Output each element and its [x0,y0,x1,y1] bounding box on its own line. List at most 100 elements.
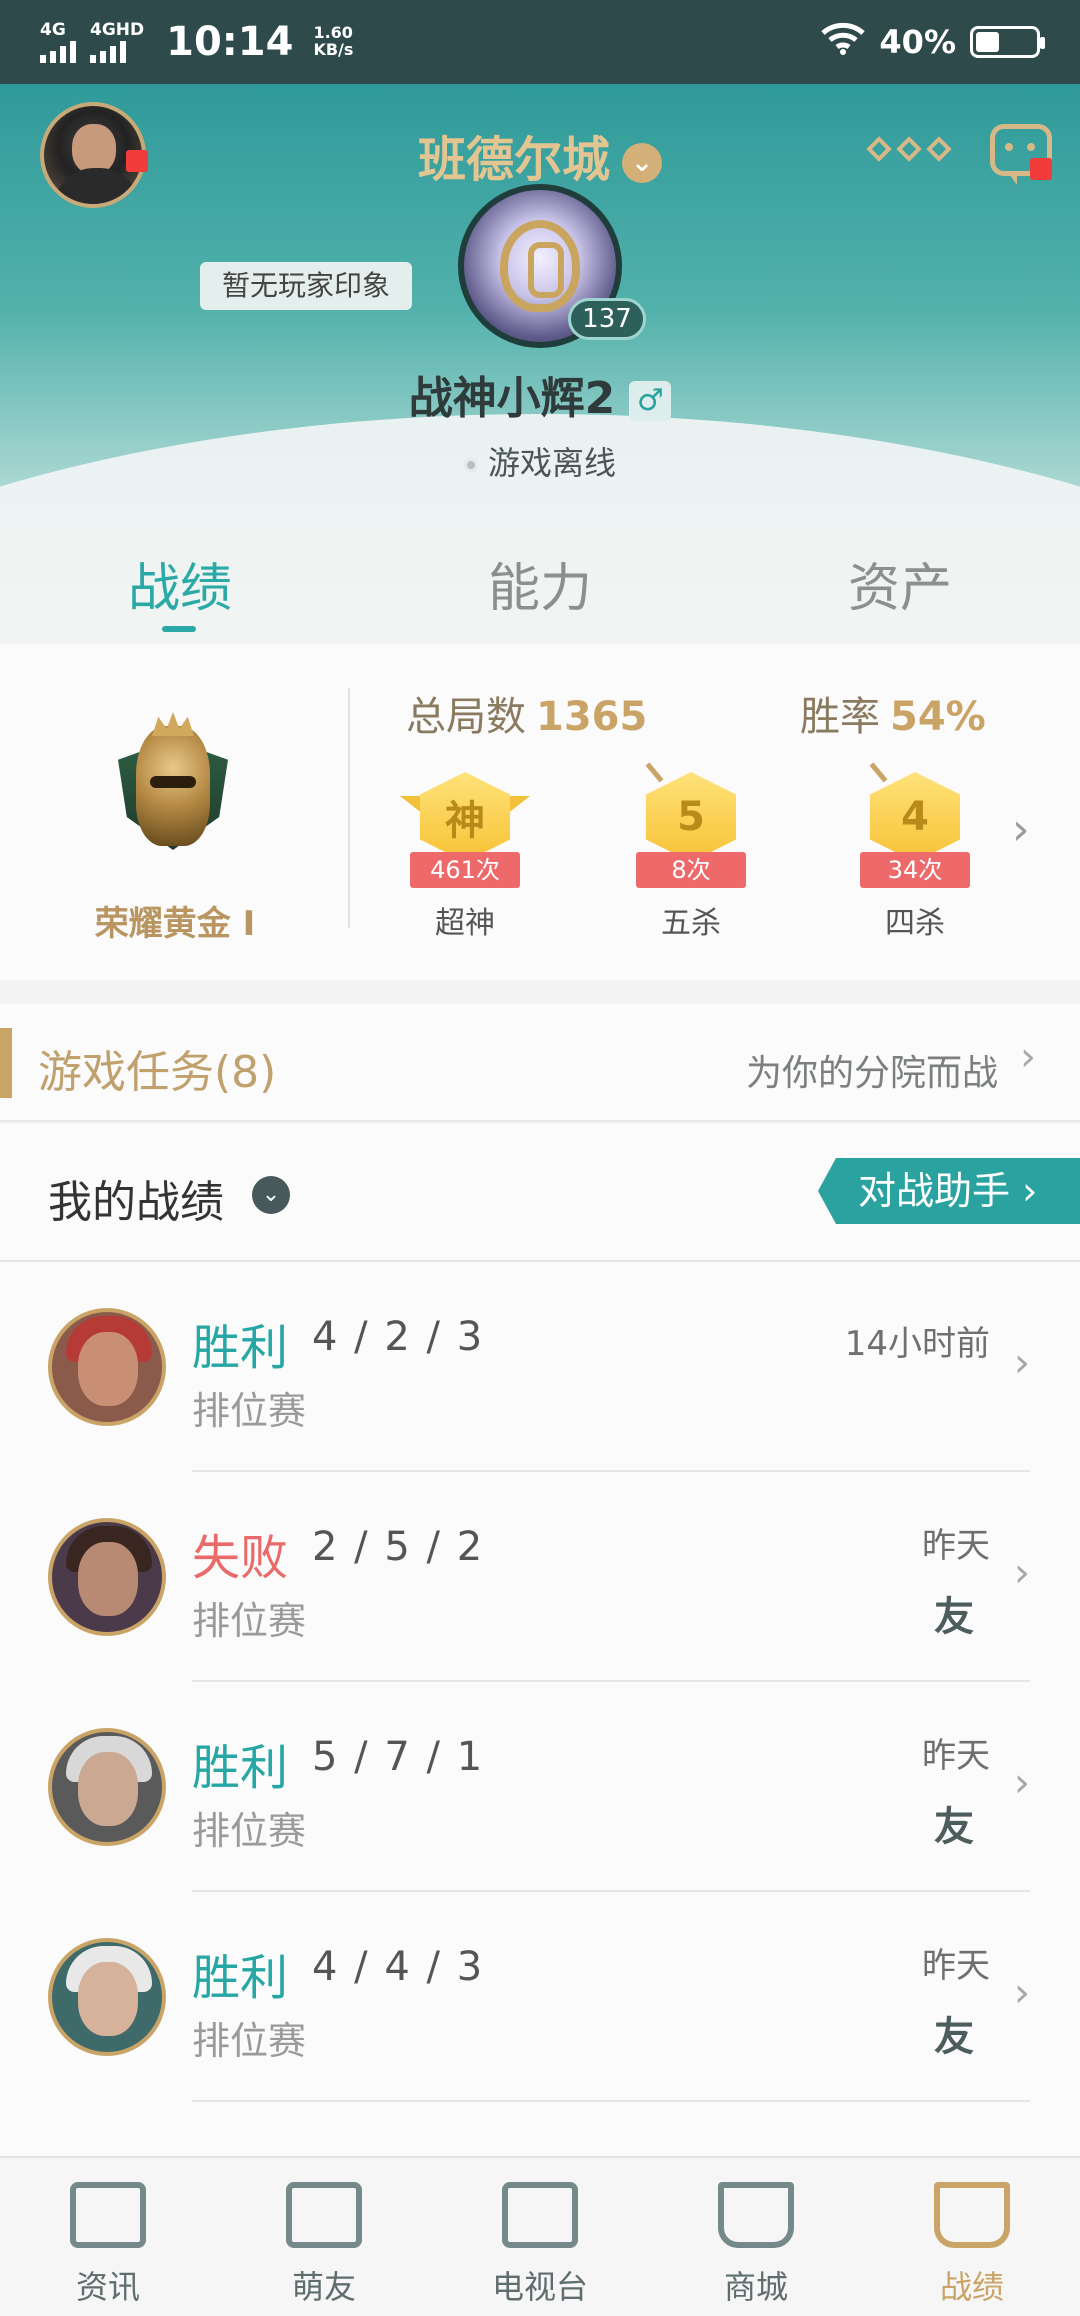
nav-friends[interactable]: 萌友 [216,2158,432,2316]
battery-percent: 40% [879,23,956,61]
badge-glyph: 5 [677,794,705,840]
chevron-right-icon: › [1014,1970,1030,2016]
battery-fill [976,32,1000,52]
badge-label: 四杀 [885,906,945,941]
match-kda: 4 / 2 / 3 [312,1314,485,1360]
total-games: 总局数 1365 [406,684,647,742]
stats-card[interactable]: 荣耀黄金 I 总局数 1365 胜率 54% 神 461次 超神 5 8次 五杀 4… [0,644,1080,980]
status-dot-icon [463,458,478,472]
badge-glyph: 神 [445,798,485,844]
match-time: 14小时前 [844,1324,990,1364]
hero-avatar [48,1728,166,1846]
match-result: 胜利 [192,1950,289,2006]
server-name: 班德尔城 [417,132,610,188]
online-status: 游戏离线 [0,438,1080,484]
quadra-kill-badge: 4 34次 四杀 [850,751,980,972]
shop-bag-icon [718,2182,794,2248]
nav-label: 电视台 [491,2268,588,2306]
network-speed: 1.60 KB/s [313,24,353,59]
level-badge: 137 [568,298,646,340]
network-type-label: 4GHD [90,19,145,40]
friend-tag: 友 [934,1594,974,1640]
divider [192,2100,1030,2102]
legendary-badge: 神 461次 超神 [400,762,530,972]
tab-ability[interactable]: 能力 [360,546,720,621]
nav-shop[interactable]: 商城 [648,2158,864,2316]
quadra-kill-icon: 4 [870,772,960,862]
chevron-right-icon[interactable]: › [1012,804,1030,855]
tab-assets[interactable]: 资产 [720,546,1080,621]
gold-rank-icon [108,712,238,862]
badge-label: 五杀 [661,906,721,941]
tab-bar: 战绩 能力 资产 [0,546,1080,621]
nickname: 战神小辉2 ♂ [0,362,1080,426]
chevron-down-icon: ⌄ [622,143,662,183]
chat-heart-icon [286,2182,362,2248]
chevron-right-icon: › [1014,1340,1030,1386]
profile-header: 班德尔城 ⌄ 暂无玩家印象 137 战神小辉2 ♂ 游戏离线 战绩 能力 资产 [0,84,1080,644]
list-item[interactable]: 胜利 4 / 4 / 3 排位赛 昨天 友 › [0,1892,1080,2102]
nav-tv[interactable]: 电视台 [432,2158,648,2316]
match-list: 胜利 4 / 2 / 3 排位赛 14小时前 › 失败 2 / 5 / 2 排位… [0,1262,1080,2162]
my-records-title[interactable]: 我的战绩 [48,1166,224,1230]
chevron-right-icon: › [1014,1550,1030,1596]
game-tasks-row[interactable]: 游戏任务(8) 为你的分院而战 › [0,1004,1080,1122]
match-mode: 排位赛 [192,1389,307,1433]
list-item[interactable]: 失败 2 / 5 / 2 排位赛 昨天 友 › [0,1472,1080,1682]
badge-count: 8次 [636,852,746,888]
match-result: 失败 [192,1530,289,1586]
tv-icon [502,2182,578,2248]
badge-glyph: 4 [901,794,929,840]
match-time: 昨天 [922,1736,990,1776]
sword-icon [869,751,901,783]
match-mode: 排位赛 [192,1809,307,1853]
nav-label: 商城 [723,2268,788,2306]
divider [348,688,350,928]
win-rate-label: 胜率 [800,694,880,740]
game-tasks-link[interactable]: 为你的分院而战 [746,1044,998,1096]
signal-2: 4GHD [90,19,145,63]
signal-bars-icon [90,40,126,63]
win-rate: 胜率 54% [800,684,986,742]
rank-name: 荣耀黄金 I [94,904,256,944]
clock: 10:14 [166,19,294,65]
match-time: 昨天 [922,1526,990,1566]
battle-assistant-button[interactable]: 对战助手 › [818,1158,1080,1224]
network-type-label: 4G [40,19,66,40]
total-games-value: 1365 [536,694,648,740]
more-icon[interactable] [866,136,952,162]
nav-news[interactable]: 资讯 [0,2158,216,2316]
chevron-right-icon: › [1020,1034,1036,1080]
game-tasks-title: 游戏任务(8) [38,1047,277,1098]
hero-avatar [48,1308,166,1426]
battery-icon [970,26,1045,58]
match-kda: 5 / 7 / 1 [312,1734,485,1780]
chevron-right-icon: › [1014,1760,1030,1806]
match-mode: 排位赛 [192,2019,307,2063]
badge-count: 461次 [410,852,520,888]
chevron-down-icon[interactable]: ⌄ [252,1176,290,1214]
match-kda: 4 / 4 / 3 [312,1944,485,1990]
total-games-label: 总局数 [406,694,526,740]
list-item[interactable]: 胜利 5 / 7 / 1 排位赛 昨天 友 › [0,1682,1080,1892]
penta-kill-icon: 5 [646,772,736,862]
notification-dot [1030,158,1052,180]
impression-tag[interactable]: 暂无玩家印象 [200,262,413,310]
signal-1: 4G [40,19,76,63]
tab-records[interactable]: 战绩 [0,546,360,621]
online-status-text: 游戏离线 [487,444,616,482]
hero-avatar [48,1938,166,2056]
win-rate-value: 54% [890,694,986,740]
match-kda: 2 / 5 / 2 [312,1524,485,1570]
friend-tag: 友 [934,1804,974,1850]
nav-label: 战绩 [939,2268,1004,2306]
nav-label: 萌友 [291,2268,356,2306]
badge-label: 超神 [435,906,495,941]
bottom-nav: 资讯 萌友 电视台 商城 战绩 [0,2156,1080,2316]
match-mode: 排位赛 [192,1599,307,1643]
nav-label: 资讯 [75,2268,140,2306]
nav-records[interactable]: 战绩 [864,2158,1080,2316]
list-item[interactable]: 胜利 4 / 2 / 3 排位赛 14小时前 › [0,1262,1080,1472]
match-result: 胜利 [192,1740,289,1796]
tab-active-indicator [162,626,196,632]
